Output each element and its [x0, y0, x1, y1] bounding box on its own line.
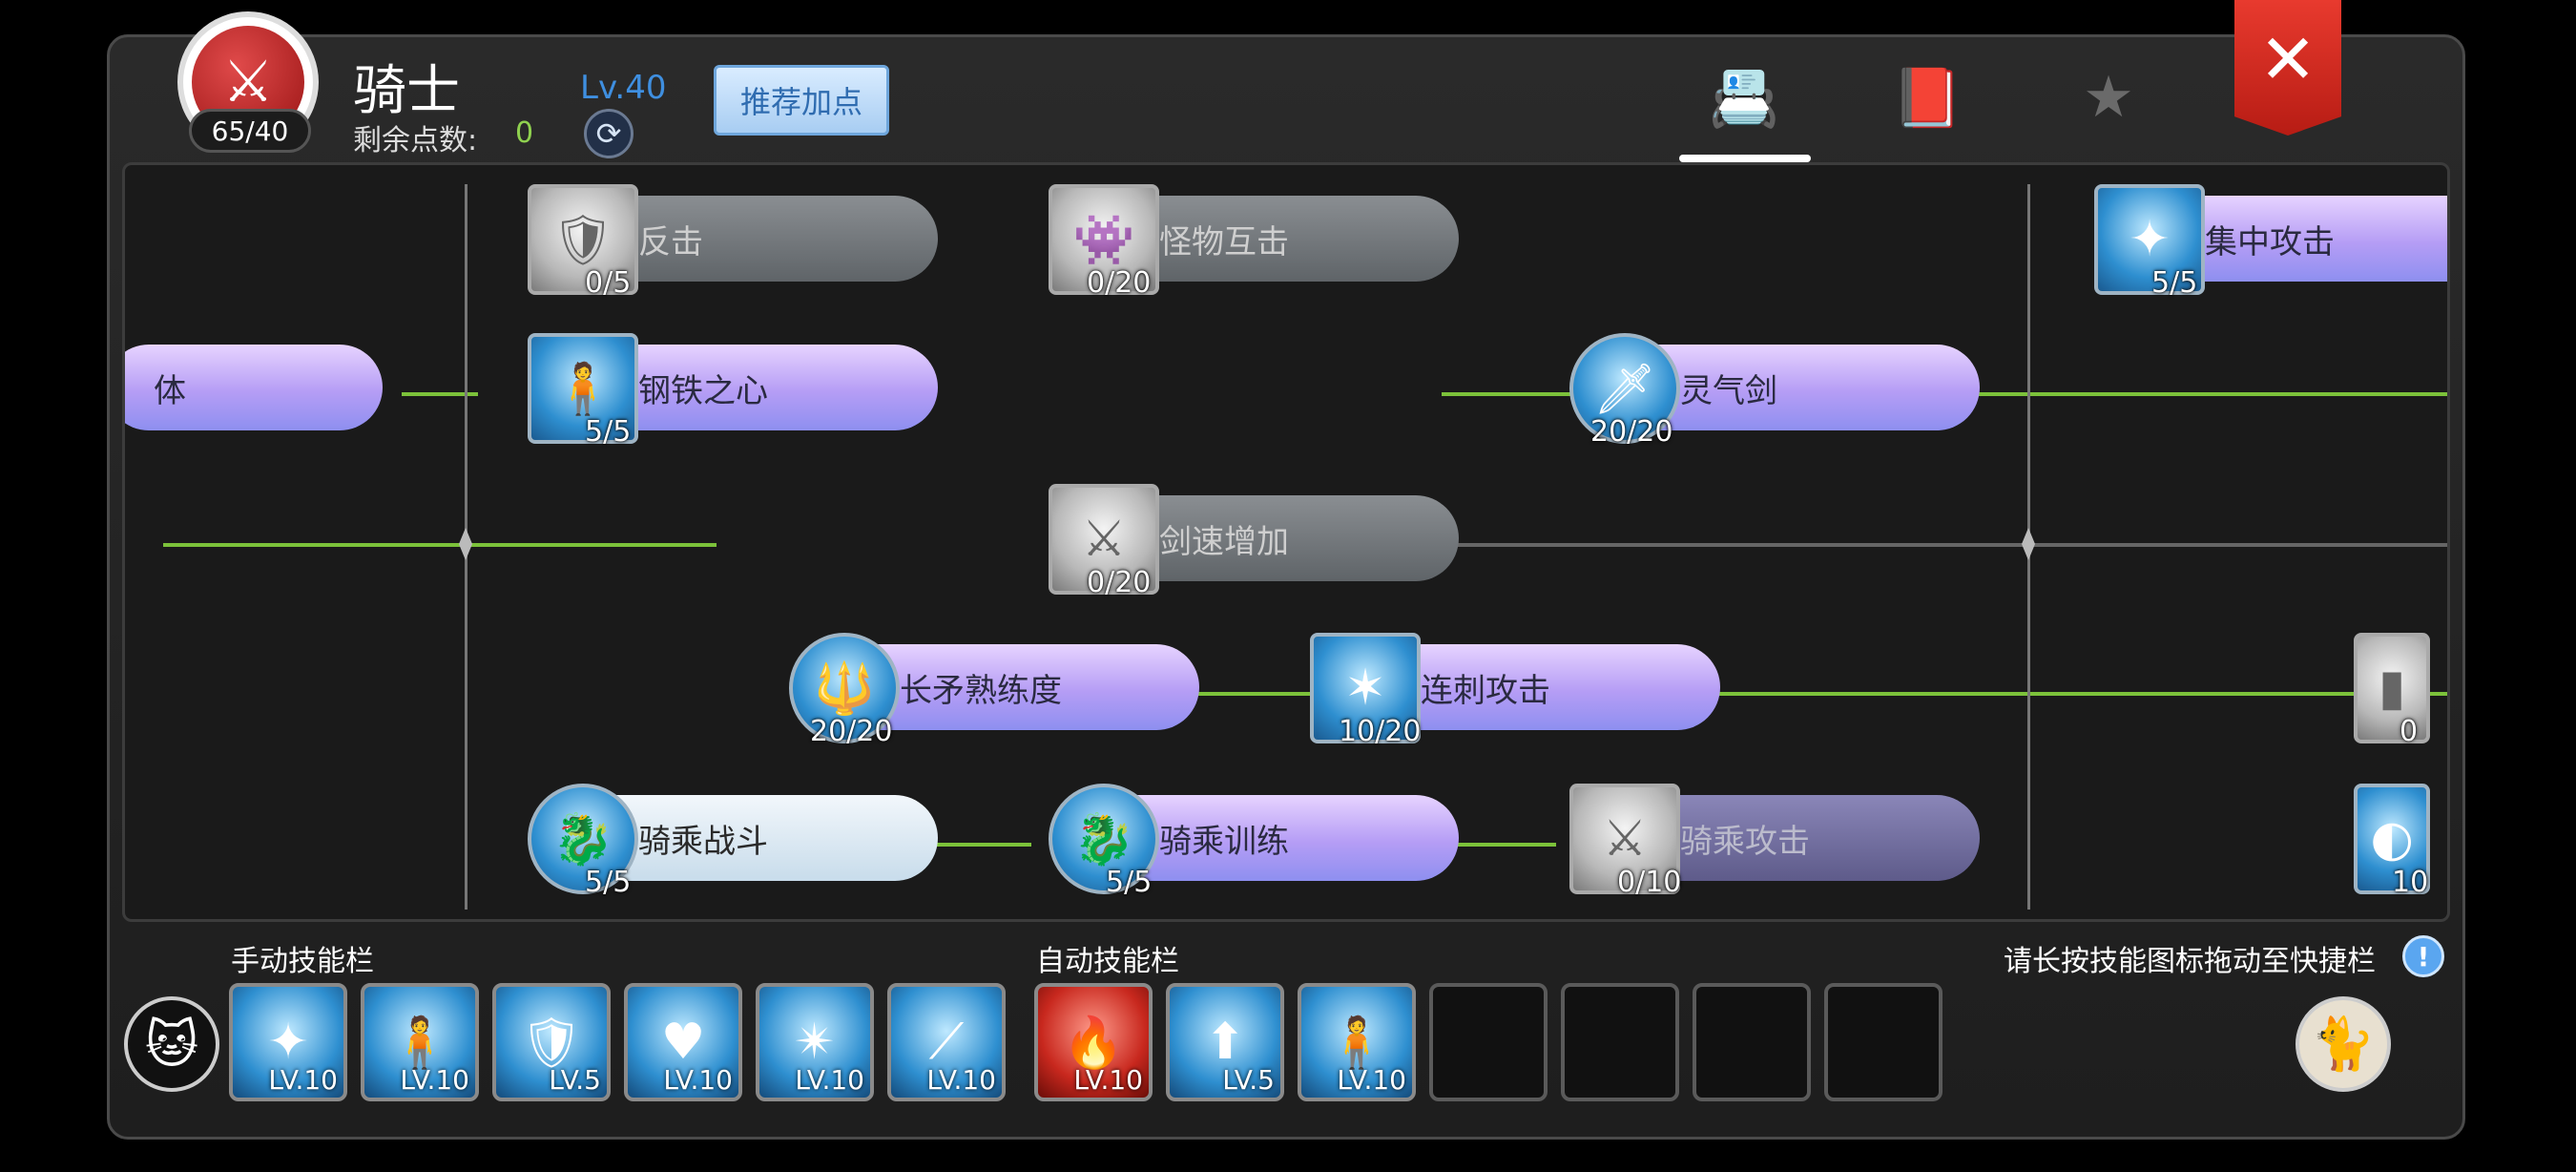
skill-count: 20/20: [810, 715, 893, 748]
flame-heart-icon: ♥: [660, 1014, 706, 1071]
tab-skills[interactable]: 📇: [1706, 59, 1782, 136]
empty-skill-slot[interactable]: [1693, 983, 1811, 1101]
manual-skill-slot[interactable]: 🛡 LV.5: [492, 983, 611, 1101]
skill-count: 10/20: [1339, 715, 1422, 748]
close-button[interactable]: ✕: [2234, 0, 2341, 136]
connector-line: [163, 543, 717, 547]
skill-node[interactable]: 连刺攻击 ✶ 10/20: [1310, 623, 1720, 748]
reset-button[interactable]: ⟳: [584, 109, 634, 158]
class-name: 骑士: [353, 60, 460, 122]
manual-skill-slot[interactable]: ✴ LV.10: [756, 983, 874, 1101]
skill-count: 0/10: [1617, 866, 1682, 899]
fire-dragon-icon: 🔥: [1062, 1014, 1125, 1072]
manual-skill-slot[interactable]: ⟋ LV.10: [887, 983, 1006, 1101]
skill-node[interactable]: 体: [125, 324, 392, 430]
level-label: Lv.40: [580, 69, 667, 107]
skill-node[interactable]: 长矛熟练度 🔱 20/20: [789, 623, 1199, 748]
skill-count: 5/5: [585, 866, 632, 899]
close-icon: ✕: [2258, 19, 2317, 99]
auto-skill-bar-label: 自动技能栏: [1036, 945, 1179, 978]
manual-skill-slot[interactable]: 🧍 LV.10: [361, 983, 479, 1101]
skill-node[interactable]: 骑乘战斗 🐉 5/5: [528, 774, 938, 899]
skill-node[interactable]: 骑乘训练 🐉 5/5: [1049, 774, 1459, 899]
empty-skill-slot[interactable]: [1561, 983, 1679, 1101]
book-icon: 📕: [1891, 64, 1963, 132]
skill-node[interactable]: 灵气剑 🗡 20/20: [1569, 324, 1980, 449]
power-up-icon: ⬆: [1204, 1014, 1246, 1071]
star-emblem-icon: ★: [2083, 64, 2134, 131]
skill-count: 20/20: [1590, 415, 1673, 449]
tier-divider-ornament: [451, 501, 480, 587]
skill-node[interactable]: 剑速增加 ⚔ 0/20: [1049, 474, 1459, 599]
manual-skill-bar-label: 手动技能栏: [231, 945, 374, 978]
slot-level: LV.10: [795, 1064, 864, 1096]
skill-node[interactable]: 反击 🛡 0/5: [528, 175, 938, 300]
contact-book-icon: 📇: [1708, 64, 1780, 132]
skill-node[interactable]: ◐ 10: [2354, 774, 2447, 899]
connector-line: [1184, 692, 1318, 696]
manual-skill-slot[interactable]: ✦ LV.10: [229, 983, 347, 1101]
empty-skill-slot[interactable]: [1429, 983, 1548, 1101]
skill-count: 0/20: [1087, 266, 1152, 300]
manual-skill-slot[interactable]: ♥ LV.10: [624, 983, 742, 1101]
skill-count: 0/5: [585, 266, 632, 300]
auto-skill-slot[interactable]: 🔥 LV.10: [1034, 983, 1153, 1101]
light-beam-icon: ⟋: [928, 1013, 965, 1071]
skill-node[interactable]: 钢铁之心 🧍 5/5: [528, 324, 938, 449]
slot-level: LV.5: [549, 1064, 601, 1096]
warrior-aura-icon: 🧍: [1325, 1014, 1388, 1072]
points-used-badge: 65/40: [189, 109, 311, 153]
skill-count: 0/20: [1087, 566, 1152, 599]
remaining-points-label: 剩余点数:: [353, 124, 478, 157]
skill-count: 5/5: [1106, 866, 1153, 899]
black-cat-avatar-icon[interactable]: 🐱: [124, 996, 219, 1092]
slot-level: LV.10: [926, 1064, 996, 1096]
refresh-icon: ⟳: [595, 115, 622, 152]
auto-skill-slot[interactable]: 🧍 LV.10: [1298, 983, 1416, 1101]
skill-count: 5/5: [2151, 266, 2198, 300]
slot-level: LV.10: [1337, 1064, 1406, 1096]
cat-avatar-icon[interactable]: 🐈: [2296, 996, 2391, 1092]
skill-count: 10: [2392, 866, 2429, 899]
slot-level: LV.10: [663, 1064, 733, 1096]
skill-node[interactable]: 怪物互击 👾 0/20: [1049, 175, 1459, 300]
skill-count: 5/5: [585, 415, 632, 449]
skill-node[interactable]: ▮ 0: [2354, 623, 2447, 748]
auto-skill-slot[interactable]: ⬆ LV.5: [1166, 983, 1284, 1101]
guard-icon: 🛡: [519, 1014, 583, 1072]
skill-count: 0: [2399, 715, 2419, 748]
skill-tree[interactable]: 反击 🛡 0/5 怪物互击 👾 0/20 集中攻击 ✦ 5/5 体 钢铁之心 🧍…: [122, 162, 2450, 922]
recommend-points-button[interactable]: 推荐加点: [714, 65, 889, 136]
connector-line: [1699, 692, 2447, 696]
focus-attack-icon: ✦: [267, 1014, 309, 1071]
remaining-points-value: 0: [515, 116, 534, 150]
tier-divider-ornament: [2014, 501, 2043, 587]
info-icon[interactable]: !: [2402, 935, 2444, 977]
active-tab-indicator: [1679, 155, 1811, 162]
iron-heart-icon: 🧍: [388, 1014, 451, 1072]
tab-emblem[interactable]: ★: [2070, 59, 2147, 136]
slot-level: LV.10: [268, 1064, 338, 1096]
skill-node[interactable]: 集中攻击 ✦ 5/5: [2094, 175, 2447, 300]
slot-level: LV.10: [1073, 1064, 1143, 1096]
skill-node[interactable]: 骑乘攻击 ⚔ 0/10: [1569, 774, 1980, 899]
locked-skill-icon: ▮: [2354, 633, 2430, 743]
empty-skill-slot[interactable]: [1824, 983, 1942, 1101]
drag-hint: 请长按技能图标拖动至快捷栏: [2004, 945, 2376, 978]
blade-storm-icon: ✴: [794, 1014, 836, 1071]
tab-book[interactable]: 📕: [1889, 59, 1965, 136]
slot-level: LV.5: [1222, 1064, 1275, 1096]
slot-level: LV.10: [400, 1064, 469, 1096]
skill-name: 体: [125, 345, 383, 430]
